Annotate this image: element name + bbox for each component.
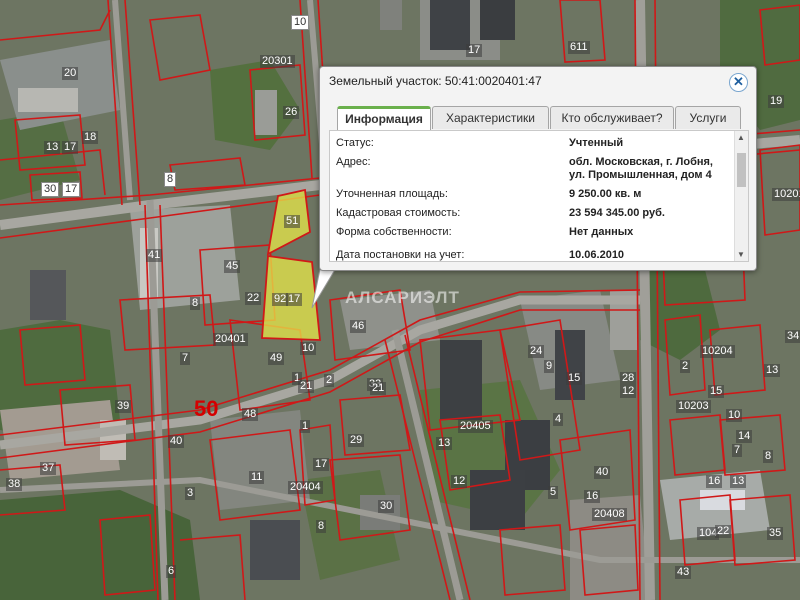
lot-label: 12 — [451, 475, 468, 488]
lot-label: 2 — [324, 374, 335, 387]
lot-label: 17 — [466, 44, 483, 57]
lot-label: 41 — [146, 249, 163, 262]
quarter-label: 20408 — [592, 508, 627, 521]
quarter-label: 10204 — [700, 345, 735, 358]
lot-label: 6 — [166, 565, 177, 578]
row-value: 9 250.00 кв. м — [569, 188, 642, 200]
quarter-label: 10203 — [676, 400, 711, 413]
row-value: 23 594 345.00 руб. — [569, 207, 665, 219]
lot-label: 14 — [736, 430, 753, 443]
row-key: Дата постановки на учет: — [336, 249, 465, 261]
lot-label: 7 — [732, 444, 743, 457]
lot-label: 38 — [6, 478, 23, 491]
panel-scrollbar[interactable]: ▲ ▼ — [734, 131, 748, 261]
lot-label: 22 — [245, 292, 262, 305]
lot-label: 15 — [566, 372, 583, 385]
parcel-info-popup: Земельный участок: 50:41:0020401:47 ✕ Ин… — [319, 66, 757, 271]
lot-label: 7 — [180, 352, 191, 365]
row-key: Кадастровая стоимость: — [336, 207, 461, 219]
lot-label: 12 — [620, 385, 637, 398]
lot-label: 51 — [284, 215, 301, 228]
info-panel[interactable]: Статус: Учтенный Адрес: обл. Московская,… — [329, 130, 749, 262]
watermark: АЛСАРИЭЛТ — [345, 288, 460, 307]
lot-label: 24 — [528, 345, 545, 358]
lot-label: 611 — [568, 41, 590, 54]
row-key: Форма собственности: — [336, 226, 452, 238]
tab-services[interactable]: Услуги — [675, 106, 741, 129]
lot-label: 21 — [370, 382, 387, 395]
lot-label: 10 — [291, 15, 310, 30]
lot-label: 16 — [584, 490, 601, 503]
lot-label: 45 — [224, 260, 241, 273]
row-value: Учтенный — [569, 137, 624, 149]
lot-label: 39 — [115, 400, 132, 413]
lot-label: 34 — [785, 330, 800, 343]
row-key: Статус: — [336, 137, 374, 149]
lot-label: 49 — [268, 352, 285, 365]
lot-label: 13 — [764, 364, 781, 377]
lot-label: 18 — [82, 131, 99, 144]
lot-label: 16 — [706, 475, 723, 488]
lot-label: 37 — [40, 462, 57, 475]
lot-label: 13 — [730, 475, 747, 488]
popup-title: Земельный участок: 50:41:0020401:47 — [329, 74, 542, 88]
lot-label: 8 — [763, 450, 774, 463]
lot-label: 48 — [242, 408, 259, 421]
lot-label: 40 — [168, 435, 185, 448]
district-label: 50 — [194, 396, 219, 421]
row-value: 10.06.2010 — [569, 249, 625, 261]
quarter-label: 20301 — [260, 55, 295, 68]
row-value: Нет данных — [569, 226, 634, 238]
lot-label: 13 — [436, 437, 453, 450]
lot-label: 9 — [544, 360, 555, 373]
lot-label: 26 — [283, 106, 300, 119]
lot-label: 22 — [715, 525, 732, 538]
row-value: обл. Московская, г. Лобня, ул. Промышлен… — [569, 156, 713, 181]
quarter-label: 10201 — [772, 188, 800, 201]
lot-label: 30 — [378, 500, 395, 513]
lot-label: 10 — [300, 342, 317, 355]
tab-information[interactable]: Информация — [337, 106, 431, 130]
lot-label: 1 — [300, 420, 311, 433]
lot-label: 19 — [768, 95, 785, 108]
quarter-label: 20401 — [213, 333, 248, 346]
lot-label: 5 — [548, 486, 559, 499]
scroll-down-icon[interactable]: ▼ — [737, 250, 745, 259]
lot-label: 21 — [298, 380, 315, 393]
row-key: Адрес: — [336, 156, 371, 168]
lot-label: 13 — [44, 141, 61, 154]
lot-label: 8 — [316, 520, 327, 533]
lot-label: 17 — [313, 458, 330, 471]
lot-label: 11 — [249, 471, 265, 484]
quarter-label: 20405 — [458, 420, 493, 433]
lot-label: 40 — [594, 466, 611, 479]
lot-label: 17 — [286, 293, 303, 306]
quarter-label: 20404 — [288, 481, 323, 494]
tab-who-serves[interactable]: Кто обслуживает? — [550, 106, 674, 129]
lot-label: 3 — [185, 487, 196, 500]
lot-label: 4 — [553, 413, 564, 426]
tab-characteristics[interactable]: Характеристики — [432, 106, 549, 129]
lot-label: 10 — [726, 409, 743, 422]
lot-label: 17 — [62, 141, 79, 154]
row-key: Уточненная площадь: — [336, 188, 448, 200]
lot-label: 17 — [62, 182, 81, 197]
lot-label: 29 — [348, 434, 365, 447]
lot-label: 30 — [41, 182, 60, 197]
lot-label: 15 — [708, 385, 725, 398]
lot-label: 8 — [190, 297, 201, 310]
lot-label: 20 — [62, 67, 79, 80]
lot-label: 46 — [350, 320, 367, 333]
scroll-thumb[interactable] — [737, 153, 746, 187]
lot-label: 28 — [620, 372, 637, 385]
lot-label: 43 — [675, 566, 692, 579]
lot-label: 8 — [164, 172, 177, 187]
lot-label: 35 — [767, 527, 784, 540]
scroll-up-icon[interactable]: ▲ — [737, 133, 745, 142]
lot-label: 2 — [680, 360, 691, 373]
close-icon[interactable]: ✕ — [729, 73, 748, 92]
